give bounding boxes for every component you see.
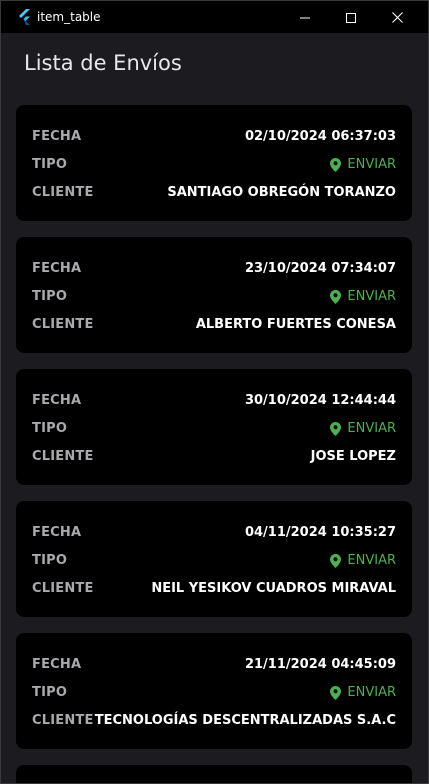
tipo-text: ENVIAR <box>347 684 396 700</box>
fecha-label: FECHA <box>32 392 82 408</box>
cliente-row: CLIENTE TECNOLOGÍAS DESCENTRALIZADAS S.A… <box>32 710 396 730</box>
location-pin-icon <box>330 421 342 436</box>
cliente-row: CLIENTE NEIL YESIKOV CUADROS MIRAVAL <box>32 578 396 598</box>
cliente-label: CLIENTE <box>32 184 94 200</box>
window-title: item_table <box>37 10 101 24</box>
fecha-row: FECHA 23/10/2024 07:34:07 <box>32 258 396 278</box>
cliente-value: NEIL YESIKOV CUADROS MIRAVAL <box>151 580 396 596</box>
cliente-value: TECNOLOGÍAS DESCENTRALIZADAS S.A.C <box>94 712 396 728</box>
cliente-label: CLIENTE <box>32 580 94 596</box>
location-pin-icon <box>330 553 342 568</box>
cliente-row: CLIENTE JOSE LOPEZ <box>32 446 396 466</box>
tipo-label: TIPO <box>32 288 68 304</box>
shipment-card[interactable]: FECHA 21/11/2024 04:45:09 TIPO ENVIAR CL… <box>16 633 412 749</box>
maximize-button[interactable] <box>328 1 374 33</box>
cliente-row: CLIENTE SANTIAGO OBREGÓN TORANZO <box>32 182 396 202</box>
cliente-value: ALBERTO FUERTES CONESA <box>195 316 396 332</box>
fecha-value: 04/11/2024 10:35:27 <box>244 524 396 540</box>
shipment-card[interactable]: FECHA 23/10/2024 07:34:07 TIPO ENVIAR CL… <box>16 237 412 353</box>
maximize-icon <box>346 8 356 27</box>
cliente-label: CLIENTE <box>32 448 94 464</box>
fecha-value: 23/10/2024 07:34:07 <box>244 260 396 276</box>
location-pin-icon <box>330 685 342 700</box>
shipment-card[interactable]: FECHA 30/10/2024 12:44:44 TIPO ENVIAR CL… <box>16 369 412 485</box>
tipo-label: TIPO <box>32 684 68 700</box>
tipo-row: TIPO ENVIAR <box>32 154 396 174</box>
fecha-label: FECHA <box>32 260 82 276</box>
cliente-label: CLIENTE <box>32 316 94 332</box>
fecha-value: 02/10/2024 06:37:03 <box>244 128 396 144</box>
fecha-row: FECHA 02/10/2024 06:37:03 <box>32 126 396 146</box>
shipment-card[interactable]: FECHA 02/10/2024 06:37:03 TIPO ENVIAR CL… <box>16 105 412 221</box>
tipo-row: TIPO ENVIAR <box>32 286 396 306</box>
tipo-value: ENVIAR <box>330 157 396 172</box>
tipo-value: ENVIAR <box>330 685 396 700</box>
title-bar[interactable]: item_table <box>1 1 428 33</box>
tipo-row: TIPO ENVIAR <box>32 550 396 570</box>
cliente-label: CLIENTE <box>32 712 94 728</box>
tipo-text: ENVIAR <box>347 552 396 568</box>
flutter-logo-icon <box>18 9 32 25</box>
tipo-label: TIPO <box>32 420 68 436</box>
tipo-value: ENVIAR <box>330 289 396 304</box>
fecha-label: FECHA <box>32 656 82 672</box>
shipment-card[interactable]: FECHA 04/11/2024 10:35:27 TIPO ENVIAR CL… <box>16 501 412 617</box>
tipo-value: ENVIAR <box>330 553 396 568</box>
shipment-card-partial[interactable] <box>16 765 412 783</box>
fecha-label: FECHA <box>32 524 82 540</box>
fecha-row: FECHA 21/11/2024 04:45:09 <box>32 654 396 674</box>
tipo-text: ENVIAR <box>347 420 396 436</box>
cliente-value: SANTIAGO OBREGÓN TORANZO <box>167 184 396 200</box>
minimize-icon <box>300 8 310 27</box>
location-pin-icon <box>330 157 342 172</box>
tipo-row: TIPO ENVIAR <box>32 682 396 702</box>
fecha-label: FECHA <box>32 128 82 144</box>
cliente-value: JOSE LOPEZ <box>310 448 396 464</box>
minimize-button[interactable] <box>282 1 328 33</box>
tipo-row: TIPO ENVIAR <box>32 418 396 438</box>
page-title: Lista de Envíos <box>24 51 182 75</box>
tipo-text: ENVIAR <box>347 288 396 304</box>
tipo-text: ENVIAR <box>347 156 396 172</box>
close-icon <box>391 8 403 27</box>
fecha-value: 30/10/2024 12:44:44 <box>244 392 396 408</box>
fecha-value: 21/11/2024 04:45:09 <box>244 656 396 672</box>
tipo-value: ENVIAR <box>330 421 396 436</box>
cliente-row: CLIENTE ALBERTO FUERTES CONESA <box>32 314 396 334</box>
shipment-list[interactable]: FECHA 02/10/2024 06:37:03 TIPO ENVIAR CL… <box>16 105 413 783</box>
location-pin-icon <box>330 289 342 304</box>
tipo-label: TIPO <box>32 156 68 172</box>
app-window: item_table Lista de Envíos FECHA 02/10/2… <box>0 0 429 784</box>
fecha-row: FECHA 30/10/2024 12:44:44 <box>32 390 396 410</box>
tipo-label: TIPO <box>32 552 68 568</box>
close-button[interactable] <box>374 1 420 33</box>
fecha-row: FECHA 04/11/2024 10:35:27 <box>32 522 396 542</box>
